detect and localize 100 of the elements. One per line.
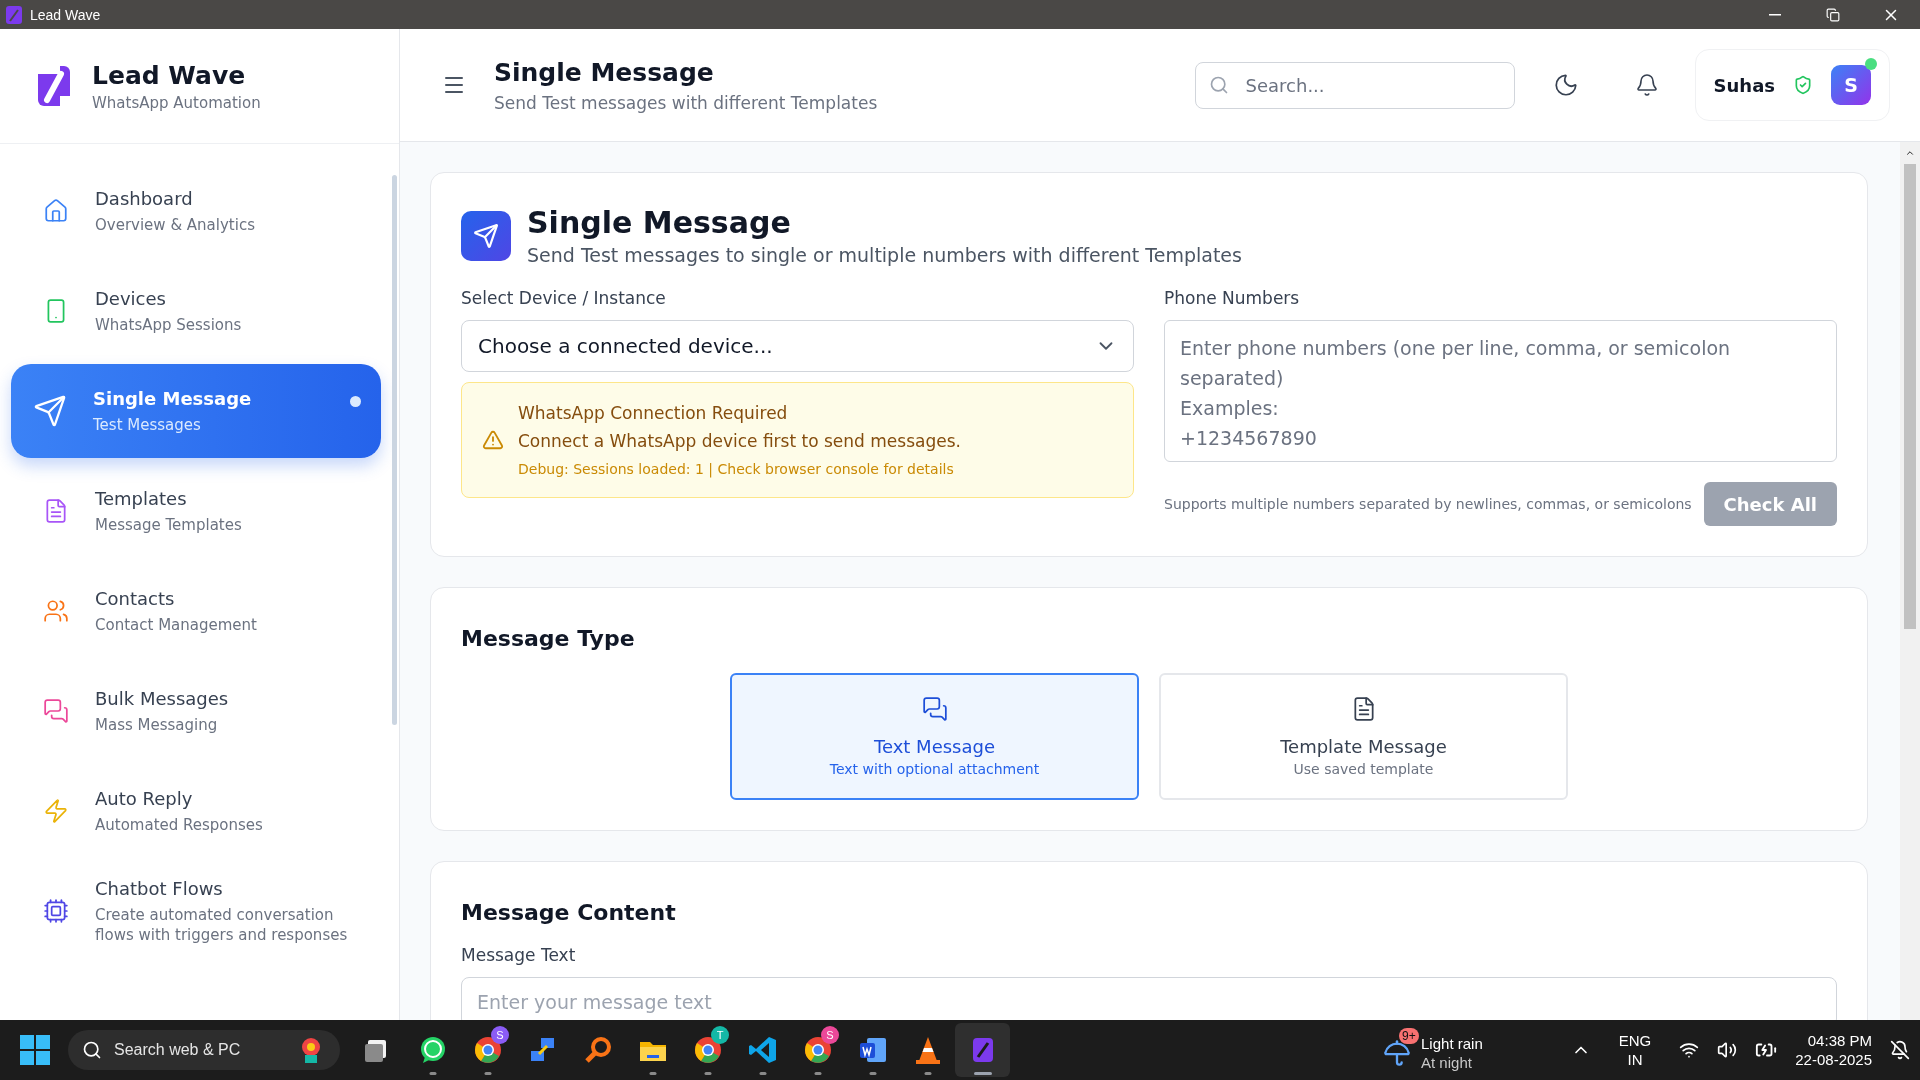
scroll-up-icon[interactable]	[1905, 148, 1915, 158]
message-text-field[interactable]: Enter your message text	[461, 977, 1837, 1020]
active-dot	[350, 396, 361, 407]
nav-item[interactable]: Devices WhatsApp Sessions	[11, 264, 381, 358]
running-indicator	[759, 1072, 766, 1075]
page-title: Single Message	[494, 57, 715, 87]
message-type-option[interactable]: Text Message Text with optional attachment	[730, 673, 1139, 800]
field-label: Phone Numbers	[1164, 288, 1301, 308]
warning-icon	[482, 429, 504, 451]
document-icon	[43, 498, 69, 524]
lightning-icon	[43, 798, 69, 824]
nav-item[interactable]: Dashboard Overview & Analytics	[11, 164, 381, 258]
nav-label: Templates	[95, 487, 188, 509]
app-badge: S	[821, 1026, 839, 1044]
option-description: Use saved template	[1293, 761, 1434, 777]
card-subtitle: Send Test messages to single or multiple numbers with different Templates	[527, 244, 1242, 266]
device-select[interactable]: Choose a connected device...	[461, 320, 1134, 372]
code-editor-icon	[746, 1034, 779, 1066]
clock-date[interactable]: 22-08-2025	[1795, 1050, 1872, 1069]
nav-item[interactable]: Single Message Test Messages	[11, 364, 381, 458]
umbrella-icon	[1383, 1039, 1412, 1067]
nav-item[interactable]: Bulk Messages Mass Messaging	[11, 664, 381, 758]
alert-message: Connect a WhatsApp device first to send messages.	[518, 431, 961, 451]
section-title: Message Content	[461, 900, 677, 925]
minimize-icon	[1769, 13, 1781, 16]
card-title: Single Message	[527, 205, 792, 240]
chat-bubbles-icon	[921, 696, 948, 722]
nav-sublabel: Create automated conversation flows with triggers and responses	[95, 904, 349, 945]
users-icon	[43, 598, 69, 624]
chip-icon	[43, 898, 69, 924]
nav-sublabel: Automated Responses	[95, 814, 263, 835]
field-label: Message Text	[461, 945, 577, 965]
running-indicator	[924, 1072, 931, 1075]
chat-bubbles-icon	[43, 698, 69, 724]
running-indicator	[484, 1072, 491, 1075]
user-card[interactable]: Suhas S	[1694, 49, 1890, 121]
clock-time[interactable]: 04:38 PM	[1795, 1031, 1872, 1050]
weather-badge: 9+	[1399, 1028, 1419, 1044]
restore-icon	[1826, 7, 1840, 22]
scrollbar-thumb[interactable]	[392, 175, 397, 725]
app-logo-icon	[6, 5, 22, 24]
search-field[interactable]: Search...	[1194, 61, 1515, 109]
house-icon	[43, 198, 69, 224]
speaker-icon[interactable]	[1717, 1040, 1738, 1060]
nav-label: Auto Reply	[95, 787, 194, 809]
shield-check-icon	[1793, 75, 1813, 95]
running-indicator	[429, 1072, 436, 1075]
nav-item[interactable]: Contacts Contact Management	[11, 564, 381, 658]
weather-widget[interactable]: 9+ Light rain At night	[1383, 1028, 1483, 1072]
option-description: Text with optional attachment	[829, 761, 1040, 777]
helper-text: Supports multiple numbers separated by newlines, commas, or semicolons	[1164, 496, 1692, 512]
nav-label: Devices	[95, 287, 167, 309]
nav-sublabel: Contact Management	[95, 614, 257, 635]
nav-sublabel: Test Messages	[93, 414, 202, 435]
nav-sublabel: Overview & Analytics	[95, 214, 255, 235]
taskbar-search-field[interactable]: Search web & PC	[68, 1030, 340, 1070]
weather-title: Light rain	[1421, 1034, 1483, 1053]
moon-icon	[1552, 72, 1579, 98]
bell-icon	[1634, 73, 1659, 97]
nav-label: Single Message	[93, 387, 252, 409]
scrollbar[interactable]	[1900, 142, 1920, 1020]
nav-item[interactable]: Auto Reply Automated Responses	[11, 764, 381, 858]
app-badge: T	[711, 1026, 729, 1044]
taskbar-app[interactable]: S	[460, 1023, 515, 1077]
option-label: Text Message	[874, 736, 995, 757]
section-title: Message Type	[461, 626, 636, 651]
windows-start-icon[interactable]	[20, 1035, 50, 1065]
language-region[interactable]: IN	[1618, 1050, 1652, 1069]
running-indicator	[973, 1072, 992, 1075]
nav-sublabel: Message Templates	[95, 514, 242, 535]
brand-tagline: WhatsApp Automation	[92, 93, 261, 112]
alert-debug-text: Debug: Sessions loaded: 1 | Check browser console for details	[518, 461, 955, 477]
wifi-icon[interactable]	[1679, 1040, 1700, 1060]
running-indicator	[814, 1072, 821, 1075]
brand-logo-icon	[38, 66, 70, 106]
field-label: Select Device / Instance	[461, 288, 667, 308]
running-indicator	[649, 1072, 656, 1075]
bell-off-icon[interactable]	[1890, 1040, 1910, 1060]
nav-label: Contacts	[95, 587, 176, 609]
nav-label: Chatbot Flows	[95, 877, 224, 899]
message-type-option[interactable]: Template Message Use saved template	[1159, 673, 1568, 800]
language-code[interactable]: ENG	[1618, 1031, 1652, 1050]
nav-label: Dashboard	[95, 187, 194, 209]
search-icon	[82, 1040, 102, 1060]
page-subtitle: Send Test messages with different Templates	[494, 92, 878, 113]
phone-numbers-field[interactable]: Enter phone numbers (one per line, comma, or semicolon separated) Examples: +1234567890	[1164, 320, 1837, 462]
nav-sublabel: Mass Messaging	[95, 714, 219, 735]
send-icon	[33, 394, 67, 428]
user-name: Suhas	[1713, 74, 1775, 96]
nav-item[interactable]: Templates Message Templates	[11, 464, 381, 558]
brand-name: Lead Wave	[92, 60, 247, 90]
nav-sublabel: WhatsApp Sessions	[95, 314, 242, 335]
alert-title: WhatsApp Connection Required	[518, 403, 789, 423]
app-badge: S	[491, 1026, 509, 1044]
nav-item[interactable]: Chatbot Flows Create automated conversation flows with triggers and responses	[11, 864, 381, 958]
running-indicator	[869, 1072, 876, 1075]
taskbar-app[interactable]: S	[790, 1023, 845, 1077]
nav-label: Bulk Messages	[95, 687, 229, 709]
running-indicator	[704, 1072, 711, 1075]
send-icon	[461, 210, 511, 261]
